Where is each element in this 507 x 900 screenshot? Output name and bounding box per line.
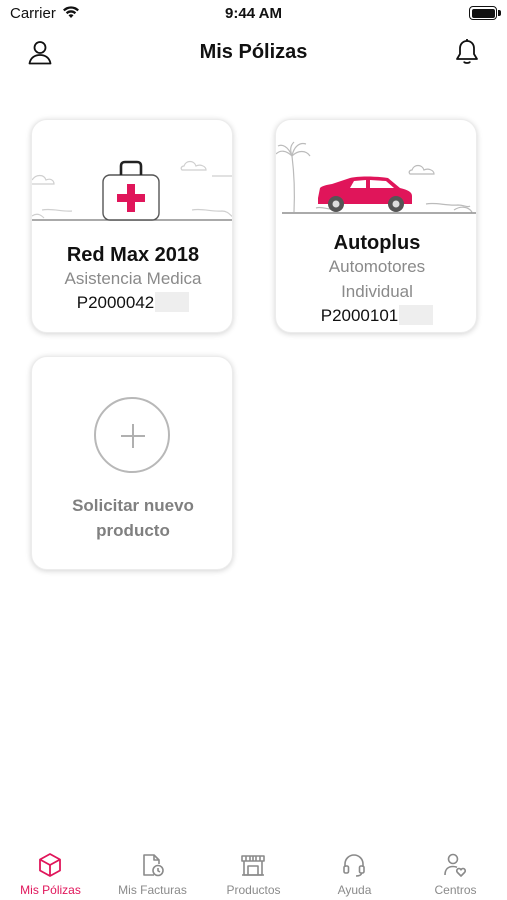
store-icon — [241, 855, 265, 876]
redacted-block — [399, 305, 434, 325]
policy-number: P2000042 — [76, 293, 155, 312]
tab-productos[interactable]: Productos — [203, 838, 304, 900]
status-bar: Carrier 9:44 AM — [0, 0, 507, 28]
page-title: Mis Pólizas — [199, 41, 308, 63]
tab-label: Mis Facturas — [118, 883, 187, 897]
invoice-clock-icon — [143, 854, 164, 877]
car-illustration — [276, 141, 476, 214]
policy-type-line2: Individual — [341, 282, 413, 301]
user-heart-icon — [444, 853, 467, 877]
status-time: 9:44 AM — [225, 5, 282, 22]
bell-icon — [454, 38, 480, 71]
tab-label: Mis Pólizas — [20, 883, 81, 897]
redacted-block — [155, 292, 190, 312]
policy-type: Asistencia Medica — [64, 269, 202, 288]
tab-mis-facturas[interactable]: Mis Facturas — [102, 838, 203, 900]
tab-label: Productos — [226, 883, 281, 897]
nav-bar: Mis Pólizas — [0, 28, 507, 78]
tab-mis-polizas[interactable]: Mis Pólizas — [0, 838, 101, 900]
notifications-button[interactable] — [449, 36, 485, 72]
request-label-line1: Solicitar nuevo — [72, 496, 194, 515]
policy-card[interactable]: Autoplus Automotores Individual P2000101 — [275, 119, 477, 333]
tab-label: Ayuda — [337, 883, 372, 897]
tab-ayuda[interactable]: Ayuda — [304, 838, 405, 900]
plus-circle-icon — [94, 397, 170, 473]
request-new-product-card[interactable]: Solicitar nuevo producto — [31, 356, 233, 570]
policy-number-row: P2000042 — [32, 292, 232, 313]
policy-card[interactable]: Red Max 2018 Asistencia Medica P2000042 — [31, 119, 233, 333]
policy-type-line1: Automotores — [328, 257, 426, 276]
tab-label: Centros — [434, 883, 477, 897]
cube-icon — [39, 853, 61, 877]
request-new-product-label: Solicitar nuevo producto — [32, 493, 232, 543]
tab-centros[interactable]: Centros — [405, 838, 506, 900]
policy-number: P2000101 — [320, 306, 399, 325]
battery-icon — [469, 6, 497, 20]
policy-name: Autoplus — [333, 232, 421, 254]
tab-bar: Mis Pólizas Mis Facturas Productos Ayuda — [0, 838, 507, 900]
policy-number-row: P2000101 — [276, 305, 476, 326]
headset-icon — [343, 854, 365, 877]
policy-name: Red Max 2018 — [66, 244, 200, 266]
battery-tip — [498, 10, 501, 16]
request-label-line2: producto — [96, 521, 170, 540]
medical-kit-illustration — [32, 160, 232, 221]
